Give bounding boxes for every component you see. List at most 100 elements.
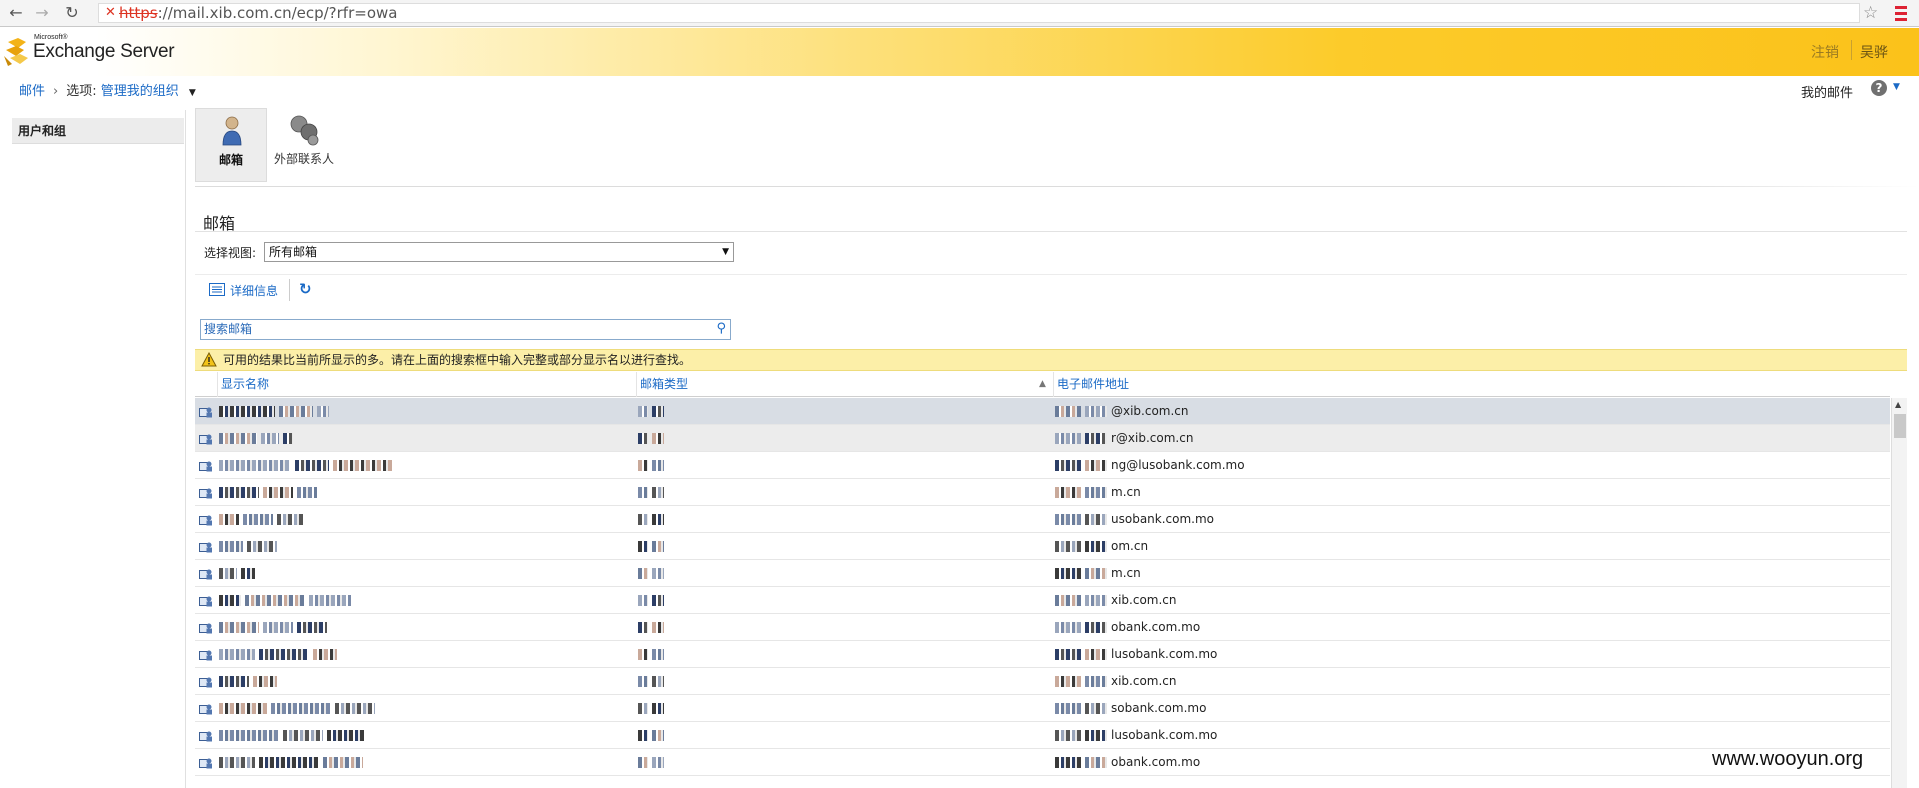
redacted-block — [297, 622, 327, 633]
table-row[interactable]: usobank.com.mo — [195, 506, 1890, 533]
cell-email: xib.com.cn — [1055, 587, 1885, 613]
redacted-text — [219, 512, 309, 526]
divider — [195, 186, 1919, 187]
redacted-text — [638, 566, 668, 580]
bookmark-star-icon[interactable]: ☆ — [1863, 3, 1878, 23]
redacted-block — [309, 595, 351, 606]
redacted-block — [263, 622, 293, 633]
email-visible-text: lusobank.com.mo — [1111, 647, 1218, 661]
redacted-block — [1055, 433, 1081, 444]
details-list-icon — [209, 283, 225, 296]
cell-email: om.cn — [1055, 533, 1885, 559]
redacted-block — [259, 757, 319, 768]
redacted-block — [1055, 730, 1081, 741]
view-select[interactable]: 所有邮箱 ▼ — [264, 242, 734, 262]
breadcrumb-org-link[interactable]: 管理我的组织 — [101, 84, 179, 99]
cell-email: m.cn — [1055, 479, 1885, 505]
table-body: @xib.com.cn r@xib.com.cn ng@lusobank.com.m… — [195, 398, 1890, 776]
redacted-block — [313, 649, 337, 660]
column-header-email[interactable]: 电子邮件地址 — [1053, 372, 1890, 397]
table-row[interactable]: obank.com.mo — [195, 749, 1890, 776]
cell-mailbox-type — [638, 425, 1038, 451]
insecure-icon[interactable]: ✕ — [105, 5, 116, 21]
redacted-block — [652, 568, 664, 579]
scroll-up-icon[interactable]: ▲ — [1895, 400, 1901, 409]
table-row[interactable]: lusobank.com.mo — [195, 641, 1890, 668]
user-mailbox-icon — [199, 542, 212, 553]
redacted-block — [652, 757, 664, 768]
redacted-block — [638, 649, 648, 660]
cell-mailbox-type — [638, 479, 1038, 505]
signout-link[interactable]: 注销 — [1811, 42, 1839, 62]
chevron-down-icon[interactable]: ▼ — [189, 88, 196, 98]
refresh-icon[interactable]: ↻ — [299, 281, 312, 297]
help-chevron-down-icon[interactable]: ▼ — [1893, 82, 1900, 92]
help-icon[interactable]: ? — [1871, 80, 1887, 96]
back-icon[interactable]: ← — [6, 3, 26, 23]
cell-email: xib.com.cn — [1055, 668, 1885, 694]
redacted-text — [638, 755, 668, 769]
redacted-block — [652, 406, 664, 417]
redacted-block — [638, 622, 648, 633]
chevron-right-icon: › — [53, 84, 59, 99]
table-row[interactable]: obank.com.mo — [195, 614, 1890, 641]
scroll-thumb[interactable] — [1894, 414, 1906, 438]
user-mailbox-icon — [199, 488, 212, 499]
cell-mailbox-type — [638, 722, 1038, 748]
scrollbar[interactable]: ▲ — [1891, 398, 1907, 788]
redacted-text — [219, 647, 341, 661]
table-row[interactable]: @xib.com.cn — [195, 398, 1890, 425]
redacted-block — [241, 568, 255, 579]
redacted-block — [283, 433, 293, 444]
redacted-block — [1085, 622, 1107, 633]
redacted-block — [1085, 460, 1107, 471]
reload-icon[interactable]: ↻ — [62, 3, 82, 23]
email-visible-text: @xib.com.cn — [1111, 404, 1189, 418]
redacted-block — [323, 757, 363, 768]
tab-external-contacts[interactable]: 外部联系人 — [268, 108, 340, 182]
table-row[interactable]: ng@lusobank.com.mo — [195, 452, 1890, 479]
redacted-block — [335, 703, 375, 714]
cell-mailbox-type — [638, 749, 1038, 775]
user-mailbox-icon — [199, 569, 212, 580]
column-header-mailbox-type[interactable]: 邮箱类型 — [636, 372, 1054, 397]
search-input[interactable] — [204, 322, 694, 336]
redacted-text — [638, 647, 668, 661]
user-mailbox-icon — [199, 461, 212, 472]
external-contact-icon — [290, 115, 319, 146]
mailbox-table: 显示名称 邮箱类型 ▲ 电子邮件地址 @xib.com.cn r@xib.com.… — [195, 372, 1907, 788]
redacted-text — [1055, 620, 1111, 634]
table-row[interactable]: sobank.com.mo — [195, 695, 1890, 722]
redacted-text — [638, 539, 668, 553]
column-header-display-name[interactable]: 显示名称 — [217, 372, 637, 397]
table-row[interactable]: m.cn — [195, 560, 1890, 587]
table-row[interactable]: lusobank.com.mo — [195, 722, 1890, 749]
cell-mailbox-type — [638, 506, 1038, 532]
forward-icon[interactable]: → — [32, 3, 52, 23]
my-mail-link[interactable]: 我的邮件 — [1801, 82, 1853, 101]
redacted-text — [1055, 728, 1111, 742]
redacted-block — [1055, 649, 1081, 660]
redacted-block — [219, 460, 291, 471]
redacted-block — [1055, 460, 1081, 471]
search-box[interactable]: ⚲ — [200, 319, 731, 340]
tab-mailbox[interactable]: 邮箱 — [195, 108, 267, 182]
table-row[interactable]: xib.com.cn — [195, 668, 1890, 695]
table-row[interactable]: om.cn — [195, 533, 1890, 560]
sidebar-item-users-groups[interactable]: 用户和组 — [12, 118, 184, 144]
email-visible-text: obank.com.mo — [1111, 755, 1201, 769]
browser-menu-icon[interactable] — [1892, 2, 1910, 24]
redacted-block — [1085, 406, 1107, 417]
user-mailbox-icon — [199, 731, 212, 742]
redacted-text — [219, 593, 355, 607]
table-row[interactable]: m.cn — [195, 479, 1890, 506]
address-bar[interactable]: ✕ https://mail.xib.com.cn/ecp/?rfr=owa — [98, 3, 1860, 23]
cell-mailbox-type — [638, 668, 1038, 694]
table-row[interactable]: r@xib.com.cn — [195, 425, 1890, 452]
redacted-text — [638, 674, 668, 688]
table-row[interactable]: xib.com.cn — [195, 587, 1890, 614]
breadcrumb-mail-link[interactable]: 邮件 — [19, 84, 45, 99]
redacted-text — [219, 620, 331, 634]
redacted-text — [638, 593, 668, 607]
search-icon[interactable]: ⚲ — [716, 321, 726, 336]
